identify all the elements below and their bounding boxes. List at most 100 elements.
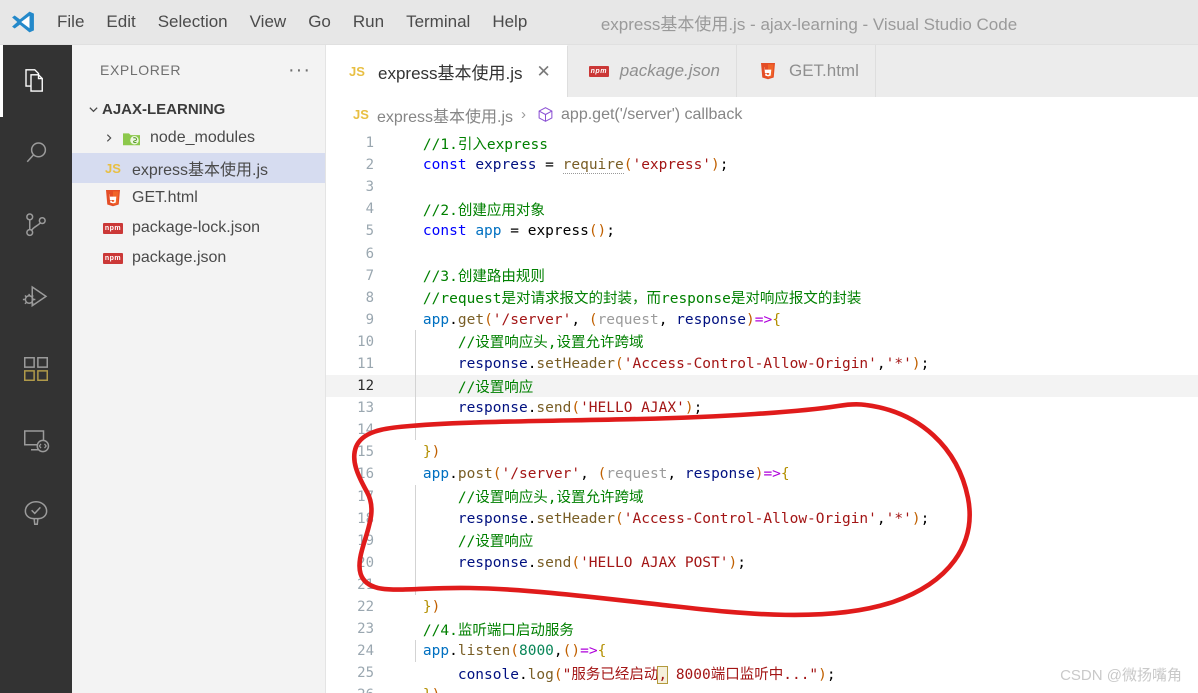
menu-terminal[interactable]: Terminal xyxy=(395,0,481,45)
code-line[interactable]: 2 const express = require('express'); xyxy=(326,154,1198,176)
line-content: }) xyxy=(422,599,441,616)
code-line[interactable]: 10 //设置响应头,设置允许跨域 xyxy=(326,331,1198,353)
code-line[interactable]: 3 xyxy=(326,176,1198,198)
breadcrumb-symbol-label: app.get('/server') callback xyxy=(561,105,743,123)
activity-item-testing[interactable] xyxy=(0,477,72,549)
breadcrumb-symbol[interactable]: app.get('/server') callback xyxy=(534,106,742,124)
code-line[interactable]: 4 //2.创建应用对象 xyxy=(326,198,1198,220)
line-number: 8 xyxy=(365,289,374,306)
code-line[interactable]: 7 //3.创建路由规则 xyxy=(326,265,1198,287)
sidebar-item-package-json[interactable]: npm package.json xyxy=(72,243,325,273)
sidebar-item-label: package.json xyxy=(132,249,227,266)
code-line[interactable]: 9 app.get('/server', (request, response)… xyxy=(326,309,1198,331)
line-number: 5 xyxy=(365,223,374,240)
line-number: 19 xyxy=(357,532,374,549)
code-line[interactable]: 24 app.listen(8000,()=>{ xyxy=(326,640,1198,662)
line-number: 2 xyxy=(365,157,374,174)
breadcrumb-file[interactable]: JS express基本使用.js xyxy=(350,103,513,127)
line-content: //设置响应头,设置允许跨域 xyxy=(388,490,644,507)
chevron-down-icon xyxy=(84,104,102,115)
files-icon xyxy=(21,66,51,96)
tree-root-label: AJAX-LEARNING xyxy=(102,100,226,118)
menu-go[interactable]: Go xyxy=(297,0,342,45)
activity-item-explorer[interactable] xyxy=(0,45,72,117)
extensions-icon xyxy=(21,354,51,384)
sidebar-item-node-modules[interactable]: node_modules xyxy=(72,123,325,153)
code-line[interactable]: 17 //设置响应头,设置允许跨域 xyxy=(326,486,1198,508)
npm-file-icon: npm xyxy=(588,65,609,77)
menu-edit[interactable]: Edit xyxy=(95,0,146,45)
menu-help[interactable]: Help xyxy=(481,0,538,45)
js-file-icon: JS xyxy=(353,107,369,122)
activity-item-run-and-debug[interactable] xyxy=(0,261,72,333)
line-content: app.post('/server', (request, response)=… xyxy=(422,466,790,483)
sidebar-item-get-html[interactable]: GET.html xyxy=(72,183,325,213)
sidebar-item-label: GET.html xyxy=(132,189,198,206)
menu-selection[interactable]: Selection xyxy=(147,0,239,45)
tab-get-html[interactable]: GET.html xyxy=(736,45,876,97)
run-debug-icon xyxy=(21,282,51,312)
bracket-match-selection: , xyxy=(657,665,669,684)
code-line[interactable]: 21 xyxy=(326,574,1198,596)
code-line[interactable]: 19 //设置响应 xyxy=(326,530,1198,552)
line-content: //设置响应 xyxy=(388,534,534,551)
sidebar-item-package-lock-json[interactable]: npm package-lock.json xyxy=(72,213,325,243)
line-content: //4.监听端口启动服务 xyxy=(388,622,574,639)
menu-file[interactable]: File xyxy=(46,0,95,45)
line-number: 16 xyxy=(357,466,374,483)
more-actions-icon[interactable]: ··· xyxy=(288,60,311,80)
activity-item-source-control[interactable] xyxy=(0,189,72,261)
tree-root-ajax-learning[interactable]: AJAX-LEARNING xyxy=(72,95,325,123)
code-editor[interactable]: 1 //1.引入express 2 const express = requir… xyxy=(326,132,1198,693)
line-content: }) xyxy=(422,444,441,461)
line-content: response.send('HELLO AJAX'); xyxy=(457,400,703,417)
breadcrumb-separator-icon: › xyxy=(521,106,527,123)
code-line[interactable]: 16 app.post('/server', (request, respons… xyxy=(326,463,1198,485)
code-line[interactable]: 18 response.setHeader('Access-Control-Al… xyxy=(326,508,1198,530)
code-line[interactable]: 1 //1.引入express xyxy=(326,132,1198,154)
npm-file-icon: npm xyxy=(102,252,124,264)
line-number: 7 xyxy=(365,267,374,284)
activity-bar xyxy=(0,45,72,693)
activity-item-remote-explorer[interactable] xyxy=(0,405,72,477)
sidebar-item-express-js[interactable]: JS express基本使用.js xyxy=(72,153,325,183)
code-line[interactable]: 8 //request是对请求报文的封装，而response是对响应报文的封装 xyxy=(326,287,1198,309)
code-line-current[interactable]: 12 //设置响应 xyxy=(326,375,1198,398)
sidebar-item-label: express基本使用.js xyxy=(132,162,269,179)
line-content: //2.创建应用对象 xyxy=(388,202,545,219)
code-line[interactable]: 13 response.send('HELLO AJAX'); xyxy=(326,397,1198,419)
code-line[interactable]: 23 //4.监听端口启动服务 xyxy=(326,618,1198,640)
line-number: 17 xyxy=(357,488,374,505)
line-content: //设置响应头,设置允许跨域 xyxy=(388,335,644,352)
line-content: //3.创建路由规则 xyxy=(388,269,545,286)
code-line[interactable]: 6 xyxy=(326,242,1198,264)
line-number: 25 xyxy=(357,665,374,682)
tab-label: GET.html xyxy=(788,61,859,80)
code-line[interactable]: 20 response.send('HELLO AJAX POST'); xyxy=(326,552,1198,574)
close-icon[interactable]: ✕ xyxy=(537,63,551,80)
line-number: 26 xyxy=(326,687,388,693)
sidebar-item-label: node_modules xyxy=(150,129,255,146)
code-line[interactable]: 15 }) xyxy=(326,441,1198,463)
line-number: 13 xyxy=(357,400,374,417)
line-number: 18 xyxy=(357,510,374,527)
tab-label: express基本使用.js xyxy=(378,64,523,83)
code-line[interactable]: 5 const app = express(); xyxy=(326,220,1198,242)
line-number: 1 xyxy=(365,135,374,152)
code-line[interactable]: 26 }) xyxy=(326,684,1198,693)
sidebar-item-label: package-lock.json xyxy=(132,219,261,236)
tab-package-json[interactable]: npm package.json xyxy=(567,45,737,97)
menu-view[interactable]: View xyxy=(239,0,298,45)
workbench-body: EXPLORER ··· AJAX-LEARNING node_modules … xyxy=(0,45,1198,693)
menu-bar: File Edit Selection View Go Run Terminal… xyxy=(46,0,538,45)
code-line[interactable]: 11 response.setHeader('Access-Control-Al… xyxy=(326,353,1198,375)
activity-item-extensions[interactable] xyxy=(0,333,72,405)
menu-run[interactable]: Run xyxy=(342,0,395,45)
line-number: 22 xyxy=(357,599,374,616)
tab-express-js[interactable]: JS express基本使用.js ✕ xyxy=(326,45,568,97)
activity-item-search[interactable] xyxy=(0,117,72,189)
code-line[interactable]: 22 }) xyxy=(326,596,1198,618)
explorer-sidebar: EXPLORER ··· AJAX-LEARNING node_modules … xyxy=(72,45,326,693)
code-line[interactable]: 14 xyxy=(326,419,1198,441)
breadcrumb: JS express基本使用.js › app.get('/server') c… xyxy=(326,97,1198,132)
